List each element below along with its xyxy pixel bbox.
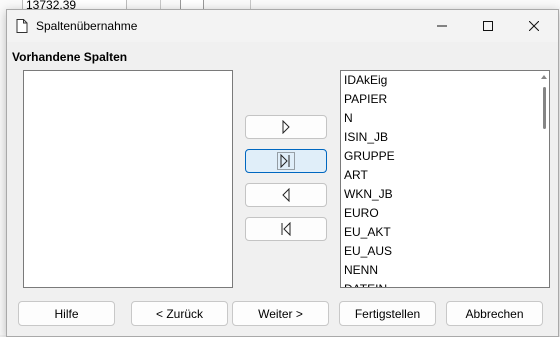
list-item[interactable]: PAPIER — [341, 90, 549, 109]
scroll-up-icon[interactable] — [541, 75, 547, 79]
move-all-right-icon — [277, 152, 295, 170]
list-item[interactable]: NENN — [341, 261, 549, 280]
title-bar: Spaltenübernahme — [7, 10, 558, 42]
available-columns-list[interactable]: IDAkEig PAPIER N ISIN_JB GRUPPE ART WKN_JB EURO… — [340, 70, 550, 288]
list-item[interactable]: WKN_JB — [341, 185, 549, 204]
column-import-dialog: Spaltenübernahme Vorhandene Spalten IDAk… — [6, 9, 559, 337]
finish-button[interactable]: Fertigstellen — [339, 301, 436, 326]
minimize-icon — [437, 25, 447, 27]
available-columns-label: Vorhandene Spalten — [12, 50, 128, 64]
back-button[interactable]: < Zurück — [131, 301, 228, 326]
list-item[interactable]: EU_AKT — [341, 223, 549, 242]
cancel-button[interactable]: Abbrechen — [446, 301, 543, 326]
document-icon — [16, 19, 28, 33]
list-item[interactable]: EU_AUS — [341, 242, 549, 261]
move-all-left-button[interactable] — [245, 217, 327, 241]
move-all-left-icon — [281, 222, 291, 236]
selected-columns-list[interactable] — [23, 70, 233, 288]
dialog-title: Spaltenübernahme — [36, 19, 138, 33]
move-one-left-button[interactable] — [245, 183, 327, 207]
list-item[interactable]: DATEIN — [341, 280, 549, 287]
scrollbar[interactable] — [539, 71, 549, 287]
maximize-button[interactable] — [466, 10, 510, 42]
move-one-left-icon — [282, 188, 290, 202]
minimize-button[interactable] — [420, 10, 464, 42]
list-item[interactable]: IDAkEig — [341, 71, 549, 90]
next-button[interactable]: Weiter > — [232, 301, 329, 326]
move-all-right-button[interactable] — [245, 149, 327, 173]
list-item[interactable]: N — [341, 109, 549, 128]
move-one-right-button[interactable] — [245, 115, 327, 139]
list-item[interactable]: ART — [341, 166, 549, 185]
close-button[interactable] — [512, 10, 556, 42]
move-one-right-icon — [282, 120, 290, 134]
list-item[interactable]: GRUPPE — [341, 147, 549, 166]
list-item[interactable]: EURO — [341, 204, 549, 223]
close-icon — [529, 21, 539, 31]
scroll-thumb[interactable] — [543, 87, 546, 129]
maximize-icon — [483, 21, 493, 31]
list-item[interactable]: ISIN_JB — [341, 128, 549, 147]
help-button[interactable]: Hilfe — [18, 301, 115, 326]
